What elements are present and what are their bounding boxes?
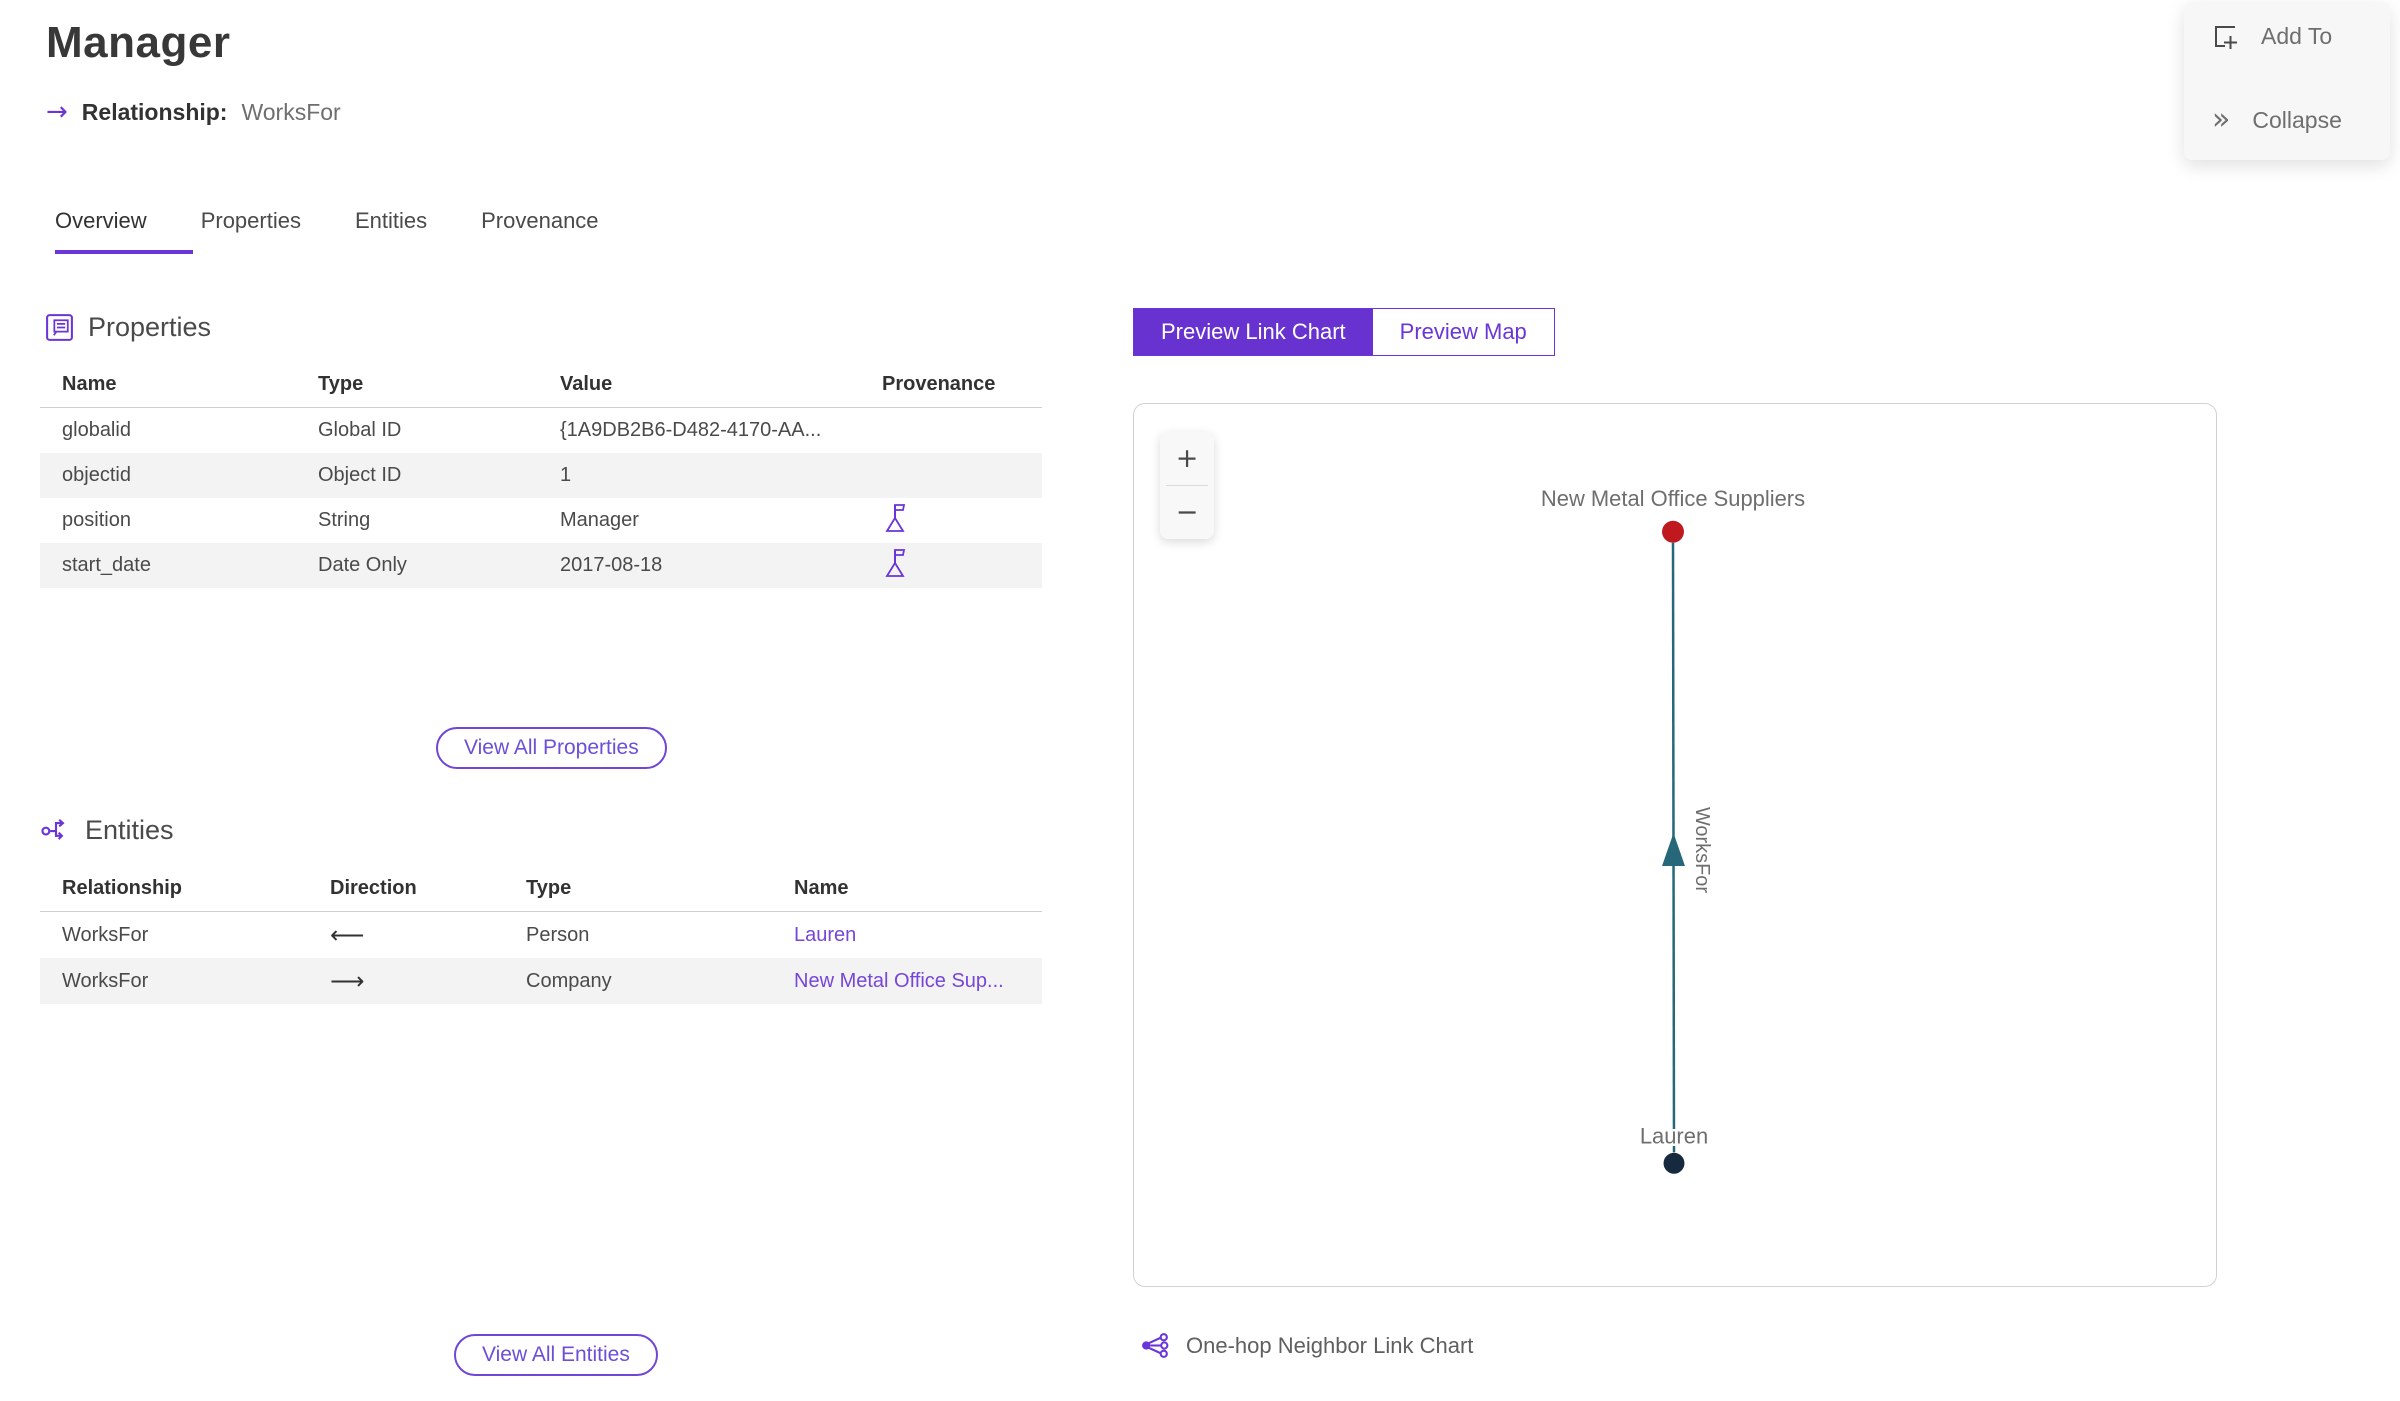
tab-provenance[interactable]: Provenance (481, 208, 644, 254)
properties-table: Name Type Value Provenance globalid Glob… (40, 362, 1042, 588)
link-chart-svg: WorksFor New Metal Office Suppliers Laur… (1538, 483, 1808, 1174)
table-row: globalid Global ID {1A9DB2B6-D482-4170-A… (62, 419, 822, 441)
node-company[interactable] (1662, 520, 1684, 543)
col-type: Type (318, 373, 364, 395)
entity-link-company[interactable]: New Metal Office Sup... (794, 970, 1004, 992)
entities-table-header: Relationship Direction Type Name (40, 866, 1042, 912)
col-relationship: Relationship (62, 877, 183, 899)
relationship-arrow-icon: → (46, 97, 68, 127)
chart-caption-label: One-hop Neighbor Link Chart (1186, 1332, 1474, 1358)
zoom-in-button[interactable]: + (1160, 432, 1214, 485)
collapse-button[interactable]: » Collapse (2212, 105, 2342, 135)
direction-right-arrow-icon: ⟶ (330, 967, 365, 995)
table-row: position String Manager (40, 498, 1042, 543)
table-row: WorksFor ⟵ Person Lauren (62, 921, 857, 949)
page-title: Manager (46, 18, 231, 67)
edge-label: WorksFor (1691, 807, 1713, 893)
provenance-flag-icon[interactable] (882, 546, 908, 579)
zoom-out-button[interactable]: − (1160, 486, 1214, 539)
entities-icon (41, 819, 65, 840)
view-all-entities-button[interactable]: View All Entities (454, 1334, 658, 1376)
node-label-person: Lauren (1640, 1123, 1708, 1148)
one-hop-link-chart-icon (1142, 1333, 1169, 1358)
add-to-icon (2215, 26, 2237, 49)
relationship-value: WorksFor (241, 98, 341, 125)
preview-toggle: Preview Link Chart Preview Map (1133, 308, 1555, 356)
tab-entities[interactable]: Entities (355, 208, 473, 254)
provenance-flag-icon[interactable] (882, 501, 908, 534)
actions-card: Add To » Collapse (2184, 2, 2390, 160)
col-value: Value (560, 373, 613, 395)
entities-table: Relationship Direction Type Name WorksFo… (40, 866, 1042, 1004)
view-all-properties-button[interactable]: View All Properties (436, 727, 667, 769)
col-direction: Direction (330, 877, 417, 899)
edge-arrowhead-icon (1662, 833, 1685, 866)
entities-section-header: Entities (40, 814, 174, 846)
col-name: Name (794, 877, 849, 899)
chart-caption: One-hop Neighbor Link Chart (1140, 1330, 1473, 1361)
preview-link-chart-button[interactable]: Preview Link Chart (1134, 309, 1373, 355)
preview-map-button[interactable]: Preview Map (1372, 309, 1554, 355)
zoom-control: + − (1160, 432, 1214, 539)
collapse-icon: » (2212, 102, 2231, 137)
table-row: objectid Object ID 1 (40, 453, 1042, 498)
tab-properties[interactable]: Properties (201, 208, 347, 254)
properties-section-title: Properties (88, 312, 212, 342)
entities-section-title: Entities (85, 814, 174, 845)
add-to-button[interactable]: Add To (2212, 23, 2332, 50)
properties-section-header: Properties (44, 312, 211, 343)
relationship-label: Relationship: (81, 98, 228, 125)
properties-icon (46, 314, 73, 341)
node-label-company: New Metal Office Suppliers (1541, 486, 1805, 511)
add-to-label: Add To (2261, 23, 2333, 49)
col-provenance: Provenance (882, 373, 996, 395)
col-type: Type (526, 877, 572, 899)
link-chart-canvas[interactable]: + − WorksFor New Metal Office Suppliers … (1133, 403, 2217, 1287)
collapse-label: Collapse (2252, 106, 2342, 133)
entity-link-lauren[interactable]: Lauren (794, 924, 856, 946)
breadcrumb: → Relationship: WorksFor (46, 97, 341, 127)
properties-table-header: Name Type Value Provenance (40, 362, 1042, 408)
table-row: start_date Date Only 2017-08-18 (40, 543, 1042, 588)
col-name: Name (62, 373, 117, 395)
table-row: WorksFor ⟶ Company New Metal Office Sup.… (40, 958, 1042, 1004)
tab-overview[interactable]: Overview (55, 208, 193, 254)
tab-bar: Overview Properties Entities Provenance (55, 208, 653, 254)
direction-left-arrow-icon: ⟵ (330, 921, 365, 949)
node-person[interactable] (1663, 1152, 1685, 1174)
